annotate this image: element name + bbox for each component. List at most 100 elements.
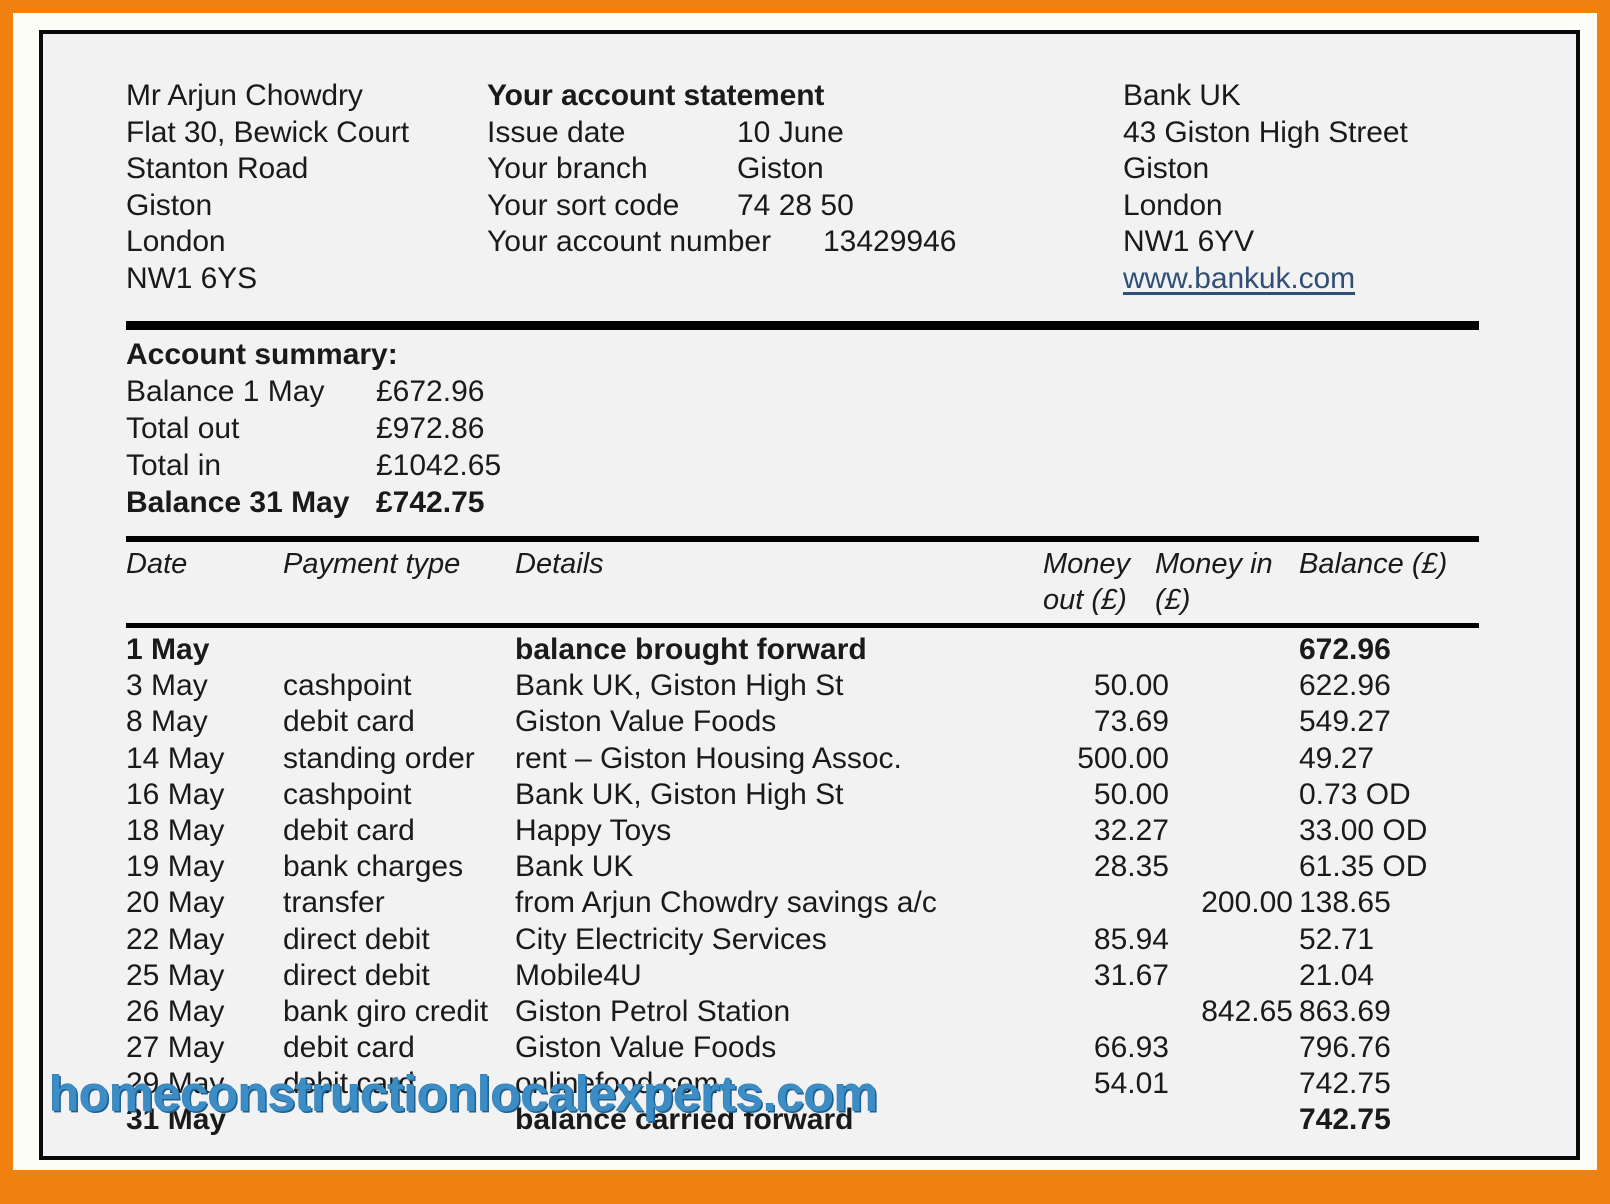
page-frame: Mr Arjun Chowdry Flat 30, Bewick Court S…: [0, 0, 1610, 1204]
transaction-details: rent – Giston Housing Assoc.: [515, 741, 902, 775]
bank-address-line-3: London: [1123, 188, 1223, 222]
bank-postcode: NW1 6YV: [1123, 225, 1255, 258]
rule-above-summary: [126, 321, 1479, 330]
summary-label: Balance 31 May: [126, 486, 350, 519]
transaction-balance: 796.76: [1299, 1031, 1391, 1065]
transaction-balance: 52.71: [1299, 922, 1375, 956]
transaction-details: City Electricity Services: [515, 922, 827, 956]
summary-amount: £1042.65: [376, 449, 502, 482]
transaction-money-out: 54.01: [1093, 1067, 1169, 1101]
transaction-date: 31 May: [126, 1103, 227, 1137]
transaction-date: 8 May: [126, 705, 208, 739]
transaction-balance: 742.75: [1299, 1067, 1391, 1101]
table-row: 31 May balance carried forward 742.75: [43, 1102, 1576, 1138]
transaction-payment-type: standing order: [283, 741, 475, 775]
rule-below-table-header: [126, 623, 1479, 628]
column-header-details: Details: [515, 548, 604, 580]
summary-row-total-out: Total out £972.86: [126, 410, 746, 447]
summary-label: Total out: [126, 412, 240, 445]
branch-label: Your branch: [487, 152, 648, 185]
column-header-payment-type: Payment type: [283, 548, 461, 580]
statement-title: Your account statement: [487, 79, 825, 112]
transaction-money-out: 66.93: [1093, 1031, 1169, 1065]
transaction-money-out: 50.00: [1093, 777, 1169, 811]
customer-address-line-1: Flat 30, Bewick Court: [126, 115, 410, 149]
branch-row: Your branch Giston: [487, 151, 1147, 188]
transaction-payment-type: debit card: [283, 813, 415, 847]
transaction-payment-type: direct debit: [283, 958, 430, 992]
transaction-balance: 138.65: [1299, 886, 1391, 920]
table-row: 8 May debit card Giston Value Foods 73.69 54…: [43, 704, 1576, 740]
transaction-date: 26 May: [126, 994, 225, 1028]
issue-date-label: Issue date: [487, 115, 626, 149]
transaction-details: Mobile4U: [515, 958, 642, 992]
column-header-money-in: Money in (£): [1155, 548, 1273, 616]
summary-label: Total in: [126, 449, 222, 482]
column-header-money-out: Money out (£): [1043, 548, 1131, 616]
customer-postcode: NW1 6YS: [126, 261, 258, 295]
transaction-date: 27 May: [126, 1031, 225, 1065]
transaction-payment-type: cashpoint: [283, 669, 412, 703]
column-header-date: Date: [126, 548, 188, 580]
table-row: 1 May balance brought forward 672.96: [43, 632, 1576, 668]
table-row: 27 May debit card Giston Value Foods 66.93 7…: [43, 1030, 1576, 1066]
table-row: 29 May debit card onlinefood.com 54.01 742.7…: [43, 1066, 1576, 1102]
transaction-details: onlinefood.com: [515, 1067, 719, 1101]
bank-address-block: Bank UK 43 Giston High Street Giston Lon…: [1123, 78, 1463, 297]
sort-code-row: Your sort code 74 28 50: [487, 188, 1147, 225]
sort-code-label: Your sort code: [487, 188, 680, 222]
table-row: 3 May cashpoint Bank UK, Giston High St 50.…: [43, 668, 1576, 704]
table-row: 20 May transfer from Arjun Chowdry savings…: [43, 885, 1576, 921]
table-row: 14 May standing order rent – Giston Housin…: [43, 741, 1576, 777]
table-row: 16 May cashpoint Bank UK, Giston High St 50…: [43, 777, 1576, 813]
transaction-balance: 622.96: [1299, 669, 1391, 703]
transaction-date: 20 May: [126, 886, 225, 920]
transaction-balance: 21.04: [1299, 958, 1375, 992]
issue-date-row: Issue date 10 June: [487, 115, 1147, 152]
customer-address-line-3: Giston: [126, 188, 213, 222]
transaction-balance: 0.73 OD: [1299, 777, 1411, 811]
transaction-details: balance carried forward: [515, 1103, 854, 1137]
transaction-money-out: 50.00: [1093, 669, 1169, 703]
issue-date-value: 10 June: [737, 115, 844, 149]
statement-header: Mr Arjun Chowdry Flat 30, Bewick Court S…: [43, 34, 1576, 295]
transaction-payment-type: debit card: [283, 705, 415, 739]
account-number-row: Your account number 13429946: [487, 224, 1147, 261]
branch-value: Giston: [737, 152, 824, 185]
transaction-balance: 863.69: [1299, 994, 1391, 1028]
transaction-details: Giston Petrol Station: [515, 994, 791, 1028]
transactions-table-body: 1 May balance brought forward 672.96 3 May c…: [43, 632, 1576, 1139]
customer-address-line-2: Stanton Road: [126, 152, 309, 185]
transaction-balance: 672.96: [1299, 633, 1391, 666]
account-summary-title: Account summary:: [126, 338, 398, 371]
summary-row-balance-end: Balance 31 May £742.75: [126, 484, 746, 521]
summary-amount: £972.86: [376, 412, 485, 445]
transaction-details: Bank UK, Giston High St: [515, 669, 844, 703]
transaction-money-in: 842.65: [1201, 994, 1293, 1028]
account-number-label: Your account number: [487, 225, 772, 258]
transaction-date: 18 May: [126, 813, 225, 847]
transaction-balance: 33.00 OD: [1299, 813, 1428, 847]
transaction-date: 16 May: [126, 777, 225, 811]
transaction-details: balance brought forward: [515, 633, 867, 666]
column-header-balance: Balance (£): [1299, 548, 1448, 580]
transaction-date: 29 May: [126, 1067, 225, 1101]
transaction-date: 14 May: [126, 741, 225, 775]
transaction-date: 22 May: [126, 922, 225, 956]
summary-amount: £742.75: [376, 486, 485, 519]
transaction-payment-type: bank giro credit: [283, 994, 489, 1028]
transaction-payment-type: transfer: [283, 886, 385, 920]
bank-address-line-1: 43 Giston High Street: [1123, 115, 1408, 149]
transaction-details: Happy Toys: [515, 813, 672, 847]
bank-website-link[interactable]: www.bankuk.com: [1123, 261, 1355, 298]
paper-margin: Mr Arjun Chowdry Flat 30, Bewick Court S…: [13, 13, 1597, 1170]
rule-above-table-header: [126, 536, 1479, 542]
table-row: 25 May direct debit Mobile4U 31.67 21.04: [43, 958, 1576, 994]
transaction-payment-type: debit card: [283, 1031, 415, 1065]
summary-amount: £672.96: [376, 375, 485, 408]
transaction-details: from Arjun Chowdry savings a/c: [515, 886, 937, 920]
transaction-date: 1 May: [126, 633, 210, 666]
transaction-balance: 61.35 OD: [1299, 850, 1428, 884]
transaction-details: Bank UK, Giston High St: [515, 777, 844, 811]
transaction-money-out: 28.35: [1093, 850, 1169, 884]
